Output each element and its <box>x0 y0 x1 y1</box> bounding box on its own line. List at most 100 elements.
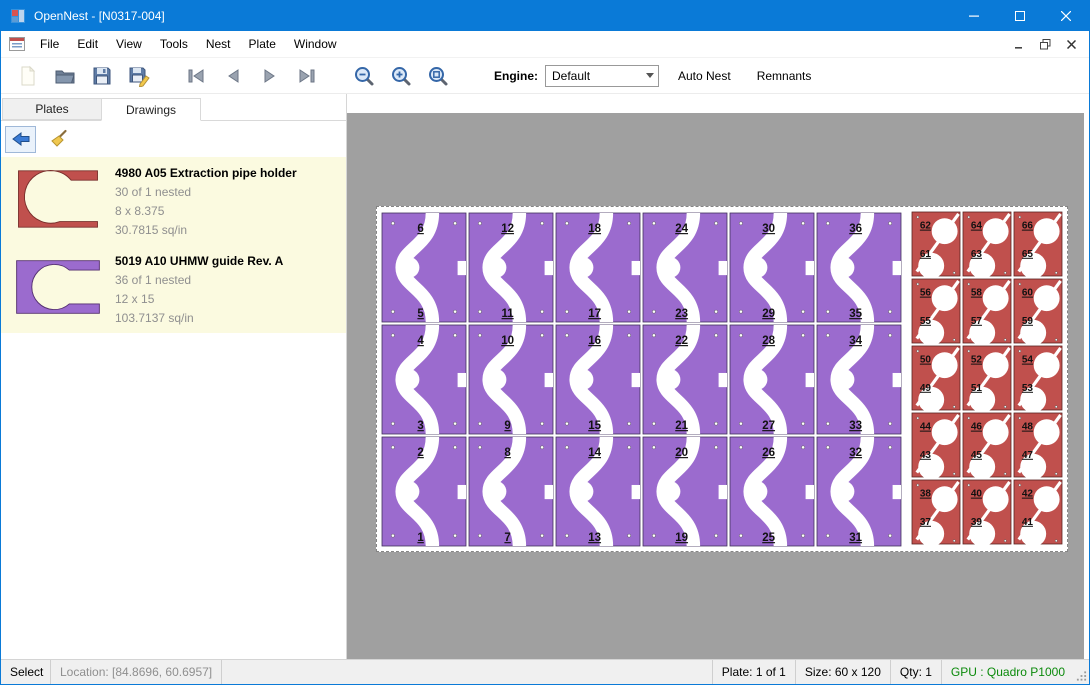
menu-view[interactable]: View <box>107 32 151 56</box>
drill-hole <box>391 310 394 313</box>
red-part-pair[interactable]: 6463 <box>963 212 1011 279</box>
red-part-pair[interactable]: 5453 <box>1014 346 1062 413</box>
nav-first-button[interactable] <box>177 61 214 91</box>
purple-part-pair[interactable]: 2423 <box>643 213 727 322</box>
purple-part-pair[interactable]: 3029 <box>730 213 814 322</box>
plate[interactable]: 6512111817242330293635431091615222128273… <box>376 206 1068 552</box>
part-cutout <box>398 257 419 278</box>
red-part-pair[interactable]: 4847 <box>1014 413 1062 480</box>
drill-hole <box>652 222 655 225</box>
nest-canvas: 6512111817242330293635431091615222128273… <box>347 94 1089 659</box>
purple-part-pair[interactable]: 109 <box>469 325 553 434</box>
purple-part-pair[interactable]: 3433 <box>817 325 901 434</box>
nav-last-button[interactable] <box>288 61 325 91</box>
red-part-pair[interactable]: 4039 <box>963 480 1011 547</box>
minimize-button[interactable] <box>951 1 997 31</box>
drill-hole <box>714 446 717 449</box>
red-part-pair[interactable]: 5049 <box>912 346 960 413</box>
remnants-button[interactable]: Remnants <box>750 64 819 88</box>
clear-parts-button[interactable] <box>43 126 74 153</box>
tab-drawings[interactable]: Drawings <box>101 98 201 121</box>
purple-part-pair[interactable]: 2625 <box>730 437 814 546</box>
zoom-fit-button[interactable] <box>419 61 456 91</box>
open-file-button[interactable] <box>46 61 83 91</box>
purple-part-pair[interactable]: 1413 <box>556 437 640 546</box>
engine-select[interactable]: Default <box>545 65 659 87</box>
resize-grip[interactable] <box>1074 660 1089 684</box>
auto-nest-button[interactable]: Auto Nest <box>671 64 738 88</box>
red-part-pair[interactable]: 4443 <box>912 413 960 480</box>
purple-part-pair[interactable]: 87 <box>469 437 553 546</box>
part-number: 41 <box>1022 517 1034 528</box>
drill-hole <box>739 222 742 225</box>
mdi-restore-button[interactable] <box>1035 35 1055 53</box>
last-plate-icon <box>296 65 318 87</box>
part-notch <box>458 485 466 499</box>
red-part-pair[interactable]: 5655 <box>912 279 960 346</box>
sidebar: Plates Drawings 4980 A05 Extraction pipe… <box>1 94 347 659</box>
mdi-minimize-button[interactable] <box>1009 35 1029 53</box>
maximize-button[interactable] <box>997 1 1043 31</box>
document-icon <box>9 37 25 51</box>
purple-part-pair[interactable]: 1211 <box>469 213 553 322</box>
purple-part-pair[interactable]: 2221 <box>643 325 727 434</box>
sidebar-empty-area <box>1 333 346 659</box>
purple-part-pair[interactable]: 65 <box>382 213 466 322</box>
drill-hole <box>453 334 456 337</box>
drill-hole <box>888 334 891 337</box>
canvas-background[interactable]: 6512111817242330293635431091615222128273… <box>347 113 1084 659</box>
drawing-info: 4980 A05 Extraction pipe holder30 of 1 n… <box>111 163 297 241</box>
drill-hole <box>565 422 568 425</box>
menu-edit[interactable]: Edit <box>68 32 107 56</box>
new-file-button[interactable] <box>9 61 46 91</box>
red-part-pair[interactable]: 6665 <box>1014 212 1062 279</box>
return-part-button[interactable] <box>5 126 36 153</box>
purple-part-pair[interactable]: 21 <box>382 437 466 546</box>
purple-part-pair[interactable]: 2827 <box>730 325 814 434</box>
broom-icon <box>49 129 69 149</box>
red-part-pair[interactable]: 3837 <box>912 480 960 547</box>
purple-part-pair[interactable]: 2019 <box>643 437 727 546</box>
red-part-pair[interactable]: 6059 <box>1014 279 1062 346</box>
drill-hole <box>478 222 481 225</box>
zoom-out-button[interactable] <box>345 61 382 91</box>
menu-plate[interactable]: Plate <box>240 32 285 56</box>
zoom-in-button[interactable] <box>382 61 419 91</box>
red-part-pair[interactable]: 4645 <box>963 413 1011 480</box>
drill-hole <box>540 446 543 449</box>
part-cutout <box>572 369 593 390</box>
title-bar[interactable]: OpenNest - [N0317-004] <box>1 1 1089 31</box>
zoom-out-icon <box>353 65 375 87</box>
nav-prev-button[interactable] <box>214 61 251 91</box>
purple-part-pair[interactable]: 1817 <box>556 213 640 322</box>
drawing-item[interactable]: 4980 A05 Extraction pipe holder30 of 1 n… <box>1 157 346 245</box>
menu-nest[interactable]: Nest <box>197 32 240 56</box>
part-cutout <box>659 481 680 502</box>
red-part-pair[interactable]: 4241 <box>1014 480 1062 547</box>
drawings-list: 4980 A05 Extraction pipe holder30 of 1 n… <box>1 157 346 333</box>
purple-part-pair[interactable]: 3635 <box>817 213 901 322</box>
part-number: 18 <box>588 223 601 235</box>
drawing-info: 5019 A10 UHMW guide Rev. A36 of 1 nested… <box>111 251 283 329</box>
mdi-close-button[interactable] <box>1061 35 1081 53</box>
purple-part-pair[interactable]: 1615 <box>556 325 640 434</box>
close-button[interactable] <box>1043 1 1089 31</box>
menu-file[interactable]: File <box>31 32 68 56</box>
menu-tools[interactable]: Tools <box>151 32 197 56</box>
part-number: 50 <box>920 355 932 366</box>
nav-next-button[interactable] <box>251 61 288 91</box>
purple-part-pair[interactable]: 3231 <box>817 437 901 546</box>
red-part-pair[interactable]: 5251 <box>963 346 1011 413</box>
menu-window[interactable]: Window <box>285 32 346 56</box>
drawing-item[interactable]: 5019 A10 UHMW guide Rev. A36 of 1 nested… <box>1 245 346 333</box>
part-notch <box>545 373 553 387</box>
save-button[interactable] <box>83 61 120 91</box>
red-part-pair[interactable]: 6261 <box>912 212 960 279</box>
save-as-button[interactable] <box>120 61 157 91</box>
tab-plates[interactable]: Plates <box>2 98 102 120</box>
part-number: 46 <box>971 422 983 433</box>
status-plate-size: Size: 60 x 120 <box>795 660 890 684</box>
purple-part-pair[interactable]: 43 <box>382 325 466 434</box>
red-part-pair[interactable]: 5857 <box>963 279 1011 346</box>
drill-hole <box>540 334 543 337</box>
